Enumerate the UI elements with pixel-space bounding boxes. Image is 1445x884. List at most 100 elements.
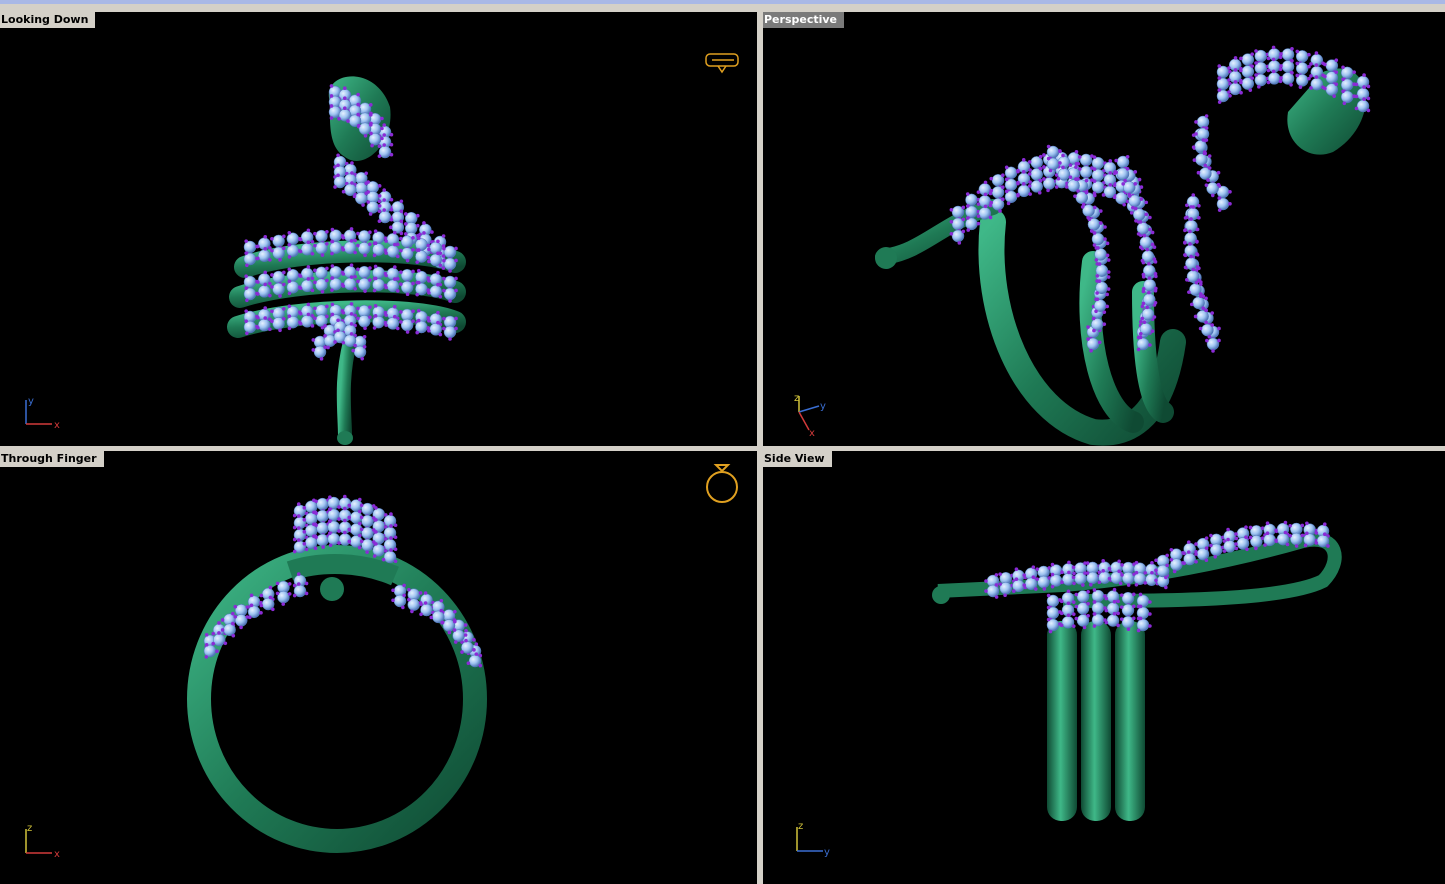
prong — [407, 587, 411, 592]
prong — [270, 309, 274, 314]
prong — [1022, 583, 1027, 588]
prong — [1028, 192, 1032, 196]
viewport-label[interactable]: Through Finger — [0, 451, 104, 467]
prong — [1059, 611, 1064, 616]
prong — [454, 326, 458, 331]
prong — [1341, 77, 1345, 82]
ring-orientation-widget-icon[interactable] — [706, 464, 738, 503]
prong — [364, 171, 368, 176]
title-bar-strip — [0, 0, 1445, 4]
prong — [256, 292, 260, 296]
stone — [443, 325, 457, 339]
prong — [306, 277, 311, 281]
prong — [1194, 132, 1198, 136]
prong — [472, 648, 476, 652]
prong — [466, 661, 471, 666]
prong — [296, 538, 301, 542]
prong — [1300, 523, 1305, 528]
prong — [292, 525, 297, 530]
prong — [411, 309, 415, 314]
viewport-through-finger[interactable]: z x Through Finger — [0, 451, 757, 884]
prong — [384, 239, 388, 243]
prong — [1138, 592, 1143, 597]
prong — [1138, 220, 1143, 224]
prong — [463, 623, 468, 627]
prong — [427, 247, 431, 252]
prong — [411, 248, 415, 252]
viewport-looking-down[interactable]: y x Looking Down — [0, 12, 757, 446]
prong — [1021, 182, 1026, 186]
prong — [1071, 624, 1076, 628]
prong — [377, 219, 382, 223]
prong — [1088, 582, 1093, 587]
prong — [1112, 195, 1117, 200]
prong — [1278, 55, 1283, 60]
prong — [314, 499, 318, 504]
prong — [441, 234, 446, 238]
prong — [983, 180, 988, 185]
prong — [1092, 600, 1097, 604]
prong — [1362, 85, 1366, 89]
prong — [353, 343, 357, 348]
viewport-label[interactable]: Perspective — [763, 12, 845, 28]
prong — [1106, 287, 1111, 291]
prong — [259, 610, 263, 615]
prong — [287, 326, 292, 331]
prong — [1194, 120, 1198, 124]
prong — [1189, 217, 1193, 221]
prong — [350, 171, 354, 175]
prong — [1147, 261, 1151, 266]
viewport-perspective[interactable]: z y x Perspective — [763, 12, 1445, 446]
prong — [304, 591, 309, 596]
viewport-side-view[interactable]: z y Side View — [763, 451, 1445, 884]
prong — [372, 253, 377, 258]
prong — [373, 264, 378, 269]
prong — [311, 348, 316, 352]
prong — [263, 270, 268, 275]
prong — [1204, 308, 1208, 313]
prong — [1092, 588, 1097, 592]
prong — [368, 212, 373, 216]
viewport-label[interactable]: Looking Down — [0, 12, 96, 28]
prong — [231, 633, 236, 638]
prong — [1210, 193, 1215, 198]
axis-label-z: z — [794, 393, 799, 404]
prong — [359, 539, 364, 544]
prong — [1101, 569, 1105, 573]
prong — [1257, 85, 1261, 89]
prong — [362, 344, 367, 349]
prong — [217, 631, 221, 635]
prong — [1290, 58, 1294, 63]
orientation-widget-icon[interactable] — [705, 53, 739, 74]
prong — [1205, 338, 1209, 343]
stone — [1196, 310, 1209, 323]
prong — [1211, 349, 1215, 353]
prong — [298, 321, 303, 326]
prong — [1106, 275, 1111, 279]
prong — [976, 214, 981, 218]
axis-label-x: x — [809, 428, 815, 439]
prong — [275, 581, 280, 586]
prong — [1016, 168, 1020, 173]
prong — [282, 270, 286, 275]
prong — [1266, 68, 1271, 73]
prong — [1096, 246, 1100, 250]
prong — [1204, 296, 1208, 301]
prong — [268, 327, 272, 332]
prong — [298, 237, 303, 242]
prong — [415, 213, 420, 218]
prong — [333, 185, 337, 189]
viewport-label[interactable]: Side View — [763, 451, 832, 467]
prong — [1080, 205, 1085, 209]
prong — [1092, 612, 1097, 616]
prong — [313, 306, 317, 311]
prong — [1138, 245, 1143, 249]
prong — [427, 259, 431, 264]
prong — [381, 557, 386, 562]
prong — [1228, 201, 1232, 206]
prong — [460, 650, 464, 654]
prong — [204, 643, 209, 647]
prong — [1092, 231, 1097, 235]
prong — [393, 547, 398, 552]
prong — [1004, 189, 1009, 194]
